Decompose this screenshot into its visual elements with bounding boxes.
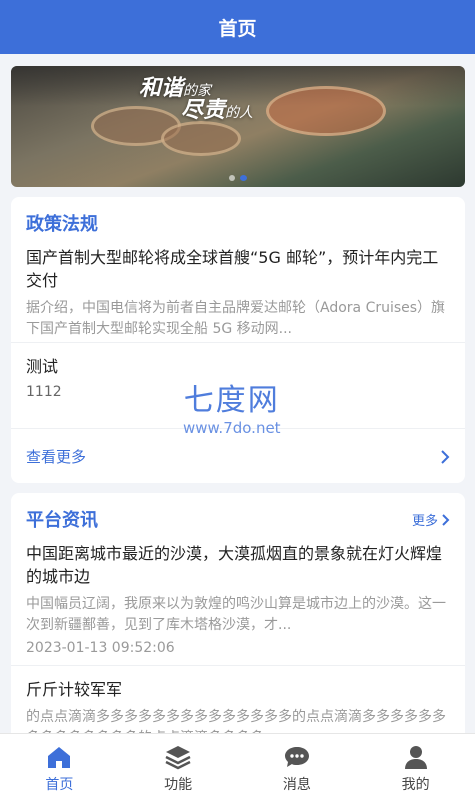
news-desc: 中国幅员辽阔，我原来以为敦煌的鸣沙山算是城市边上的沙漠。这一次到新疆鄯善，见到了… [26, 596, 446, 633]
bottom-tabbar: 首页 功能 消息 我的 [0, 733, 475, 803]
tab-label: 消息 [282, 776, 311, 793]
watermark-title: 七度网 [183, 383, 280, 418]
layers-icon [165, 745, 191, 769]
carousel-dot-active[interactable] [240, 175, 247, 181]
list-item[interactable]: 中国距离城市最近的沙漠，大漠孤烟直的景象就在灯火辉煌的城市边 中国幅员辽阔，我原… [11, 539, 465, 666]
user-icon [404, 745, 427, 769]
chat-icon [284, 746, 309, 767]
tab-profile[interactable]: 我的 [356, 734, 475, 803]
policy-card: 政策法规 国产首制大型邮轮将成全球首艘“5G 邮轮”，预计年内完工交付 据介绍，… [11, 197, 465, 483]
home-icon [48, 746, 71, 768]
news-card: 平台资讯 更多 中国距离城市最近的沙漠，大漠孤烟直的景象就在灯火辉煌的城市边 中… [11, 493, 465, 753]
banner-slogan-2: 尽责的人 [181, 97, 254, 123]
chevron-right-icon [441, 449, 450, 464]
carousel-indicator [229, 175, 247, 181]
news-time: 2023-01-13 09:52:06 [26, 640, 175, 656]
view-more-button[interactable]: 查看更多 [11, 429, 465, 484]
banner-carousel[interactable]: 和谐的家 尽责的人 [11, 66, 465, 187]
policy-section-title: 政策法规 [26, 214, 98, 235]
watermark-url: www.7do.net [183, 419, 281, 437]
tab-messages[interactable]: 消息 [238, 734, 357, 803]
watermark: 七度网 www.7do.net [183, 375, 281, 437]
tab-label: 功能 [164, 776, 193, 793]
header-bar: 首页 [0, 0, 475, 54]
news-section-title: 平台资讯 [26, 510, 98, 531]
news-more-button[interactable]: 更多 [412, 493, 465, 529]
carousel-dot[interactable] [229, 175, 235, 181]
list-item[interactable]: 国产首制大型邮轮将成全球首艘“5G 邮轮”，预计年内完工交付 据介绍，中国电信将… [11, 243, 465, 343]
tab-label: 首页 [45, 776, 74, 793]
page-title: 首页 [218, 17, 257, 40]
banner-stadium [266, 86, 386, 136]
view-more-label: 查看更多 [26, 448, 87, 466]
news-more-label: 更多 [411, 514, 438, 529]
news-header: 平台资讯 更多 [11, 493, 465, 539]
tab-home[interactable]: 首页 [0, 734, 119, 803]
tab-label: 我的 [401, 776, 430, 793]
chevron-right-icon [442, 513, 450, 526]
news-desc: 据介绍，中国电信将为前者自主品牌爱达邮轮（Adora Cruises）旗下国产首… [26, 300, 446, 337]
news-title: 国产首制大型邮轮将成全球首艘“5G 邮轮”，预计年内完工交付 [26, 248, 439, 290]
news-title: 斤斤计较军军 [26, 680, 123, 699]
banner-stadium [161, 121, 241, 156]
news-title: 中国距离城市最近的沙漠，大漠孤烟直的景象就在灯火辉煌的城市边 [26, 544, 443, 586]
tab-functions[interactable]: 功能 [119, 734, 238, 803]
